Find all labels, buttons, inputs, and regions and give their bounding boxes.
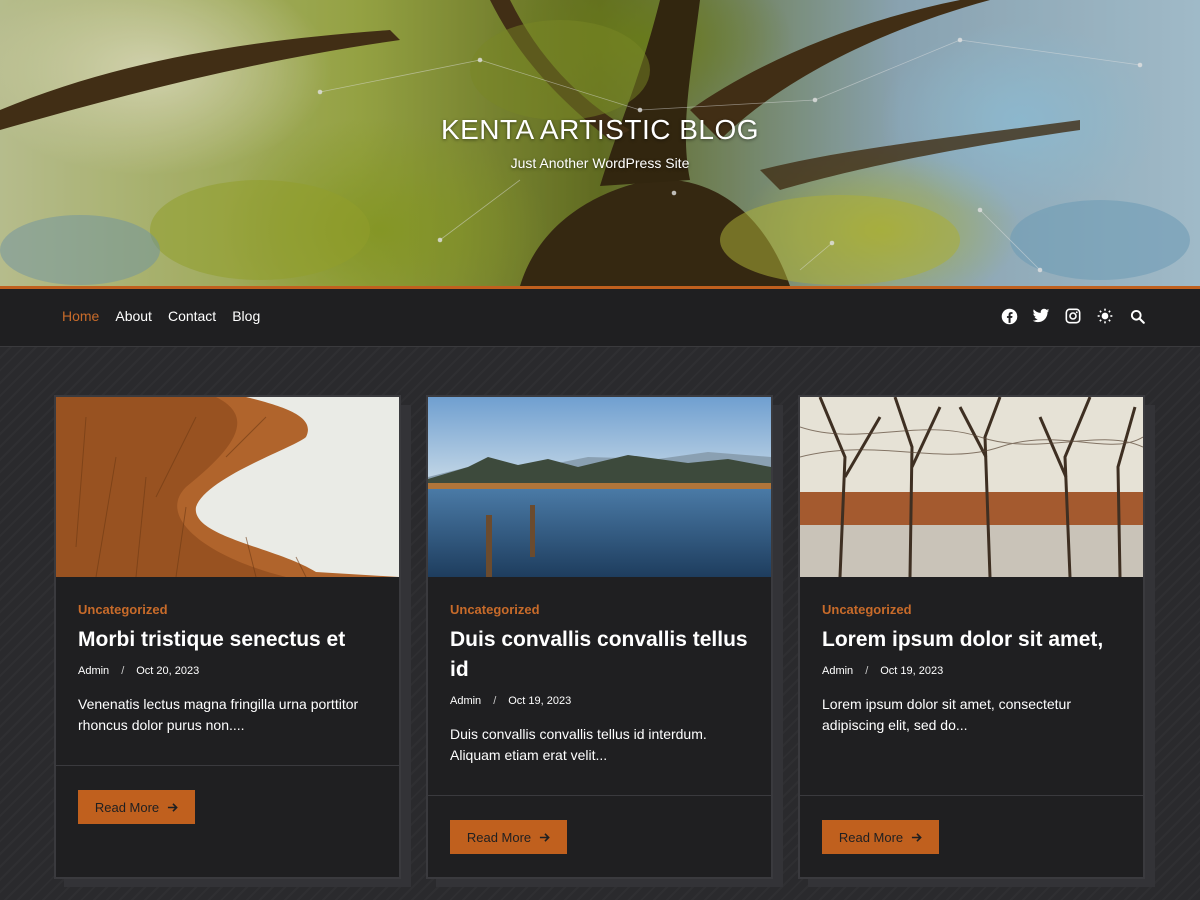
facebook-icon[interactable]: [1000, 307, 1018, 325]
post-card: Uncategorized Duis convallis convallis t…: [426, 395, 773, 879]
post-card: Uncategorized Lorem ipsum dolor sit amet…: [798, 395, 1145, 879]
nav-menu: Home About Contact Blog: [62, 308, 260, 324]
search-icon[interactable]: [1128, 307, 1146, 325]
arrow-right-icon: [912, 832, 922, 842]
post-author[interactable]: Admin: [822, 665, 853, 677]
card-footer: Read More: [428, 795, 771, 877]
post-excerpt: Duis convallis convallis tellus id inter…: [450, 726, 707, 763]
post-date[interactable]: Oct 19, 2023: [880, 665, 943, 677]
nav-icons: [1000, 307, 1146, 325]
post-meta: Admin / Oct 19, 2023: [450, 695, 749, 707]
arrow-right-icon: [540, 832, 550, 842]
card-footer: Read More: [56, 765, 399, 877]
post-category[interactable]: Uncategorized: [822, 602, 1121, 617]
post-meta: Admin / Oct 20, 2023: [78, 665, 377, 677]
nav-item-about[interactable]: About: [115, 308, 152, 324]
post-author[interactable]: Admin: [450, 695, 481, 707]
post-date[interactable]: Oct 20, 2023: [136, 665, 199, 677]
post-thumbnail[interactable]: [800, 397, 1143, 577]
post-title[interactable]: Morbi tristique senectus et: [78, 625, 377, 655]
nav-item-blog[interactable]: Blog: [232, 308, 260, 324]
post-thumbnail[interactable]: [428, 397, 771, 577]
read-more-label: Read More: [94, 799, 160, 815]
post-card: Uncategorized Morbi tristique senectus e…: [54, 395, 401, 879]
dark-mode-icon[interactable]: [1096, 307, 1114, 325]
post-category[interactable]: Uncategorized: [450, 602, 749, 617]
post-excerpt: Lorem ipsum dolor sit amet, consectetur …: [822, 696, 1071, 733]
post-meta: Admin / Oct 19, 2023: [822, 665, 1121, 677]
read-more-button[interactable]: Read More: [78, 790, 195, 824]
post-excerpt: Venenatis lectus magna fringilla urna po…: [78, 696, 359, 733]
meta-separator: /: [121, 665, 125, 677]
post-title[interactable]: Lorem ipsum dolor sit amet,: [822, 625, 1121, 655]
read-more-button[interactable]: Read More: [822, 820, 939, 854]
meta-separator: /: [865, 665, 869, 677]
twitter-icon[interactable]: [1032, 307, 1050, 325]
instagram-icon[interactable]: [1064, 307, 1082, 325]
read-more-label: Read More: [838, 829, 904, 845]
post-thumbnail[interactable]: [56, 397, 399, 577]
card-footer: Read More: [800, 795, 1143, 877]
main-navigation: Home About Contact Blog: [0, 286, 1200, 347]
nav-item-contact[interactable]: Contact: [168, 308, 216, 324]
arrow-right-icon: [168, 802, 178, 812]
post-date[interactable]: Oct 19, 2023: [508, 695, 571, 707]
meta-separator: /: [493, 695, 497, 707]
nav-item-home[interactable]: Home: [62, 308, 99, 324]
post-category[interactable]: Uncategorized: [78, 602, 377, 617]
header-banner: KENTA ARTISTIC BLOG Just Another WordPre…: [0, 0, 1200, 286]
post-author[interactable]: Admin: [78, 665, 109, 677]
site-tagline: Just Another WordPress Site: [510, 155, 690, 171]
post-title[interactable]: Duis convallis convallis tellus id: [450, 625, 749, 685]
read-more-button[interactable]: Read More: [450, 820, 567, 854]
read-more-label: Read More: [466, 829, 532, 845]
site-title[interactable]: KENTA ARTISTIC BLOG: [0, 114, 1200, 146]
